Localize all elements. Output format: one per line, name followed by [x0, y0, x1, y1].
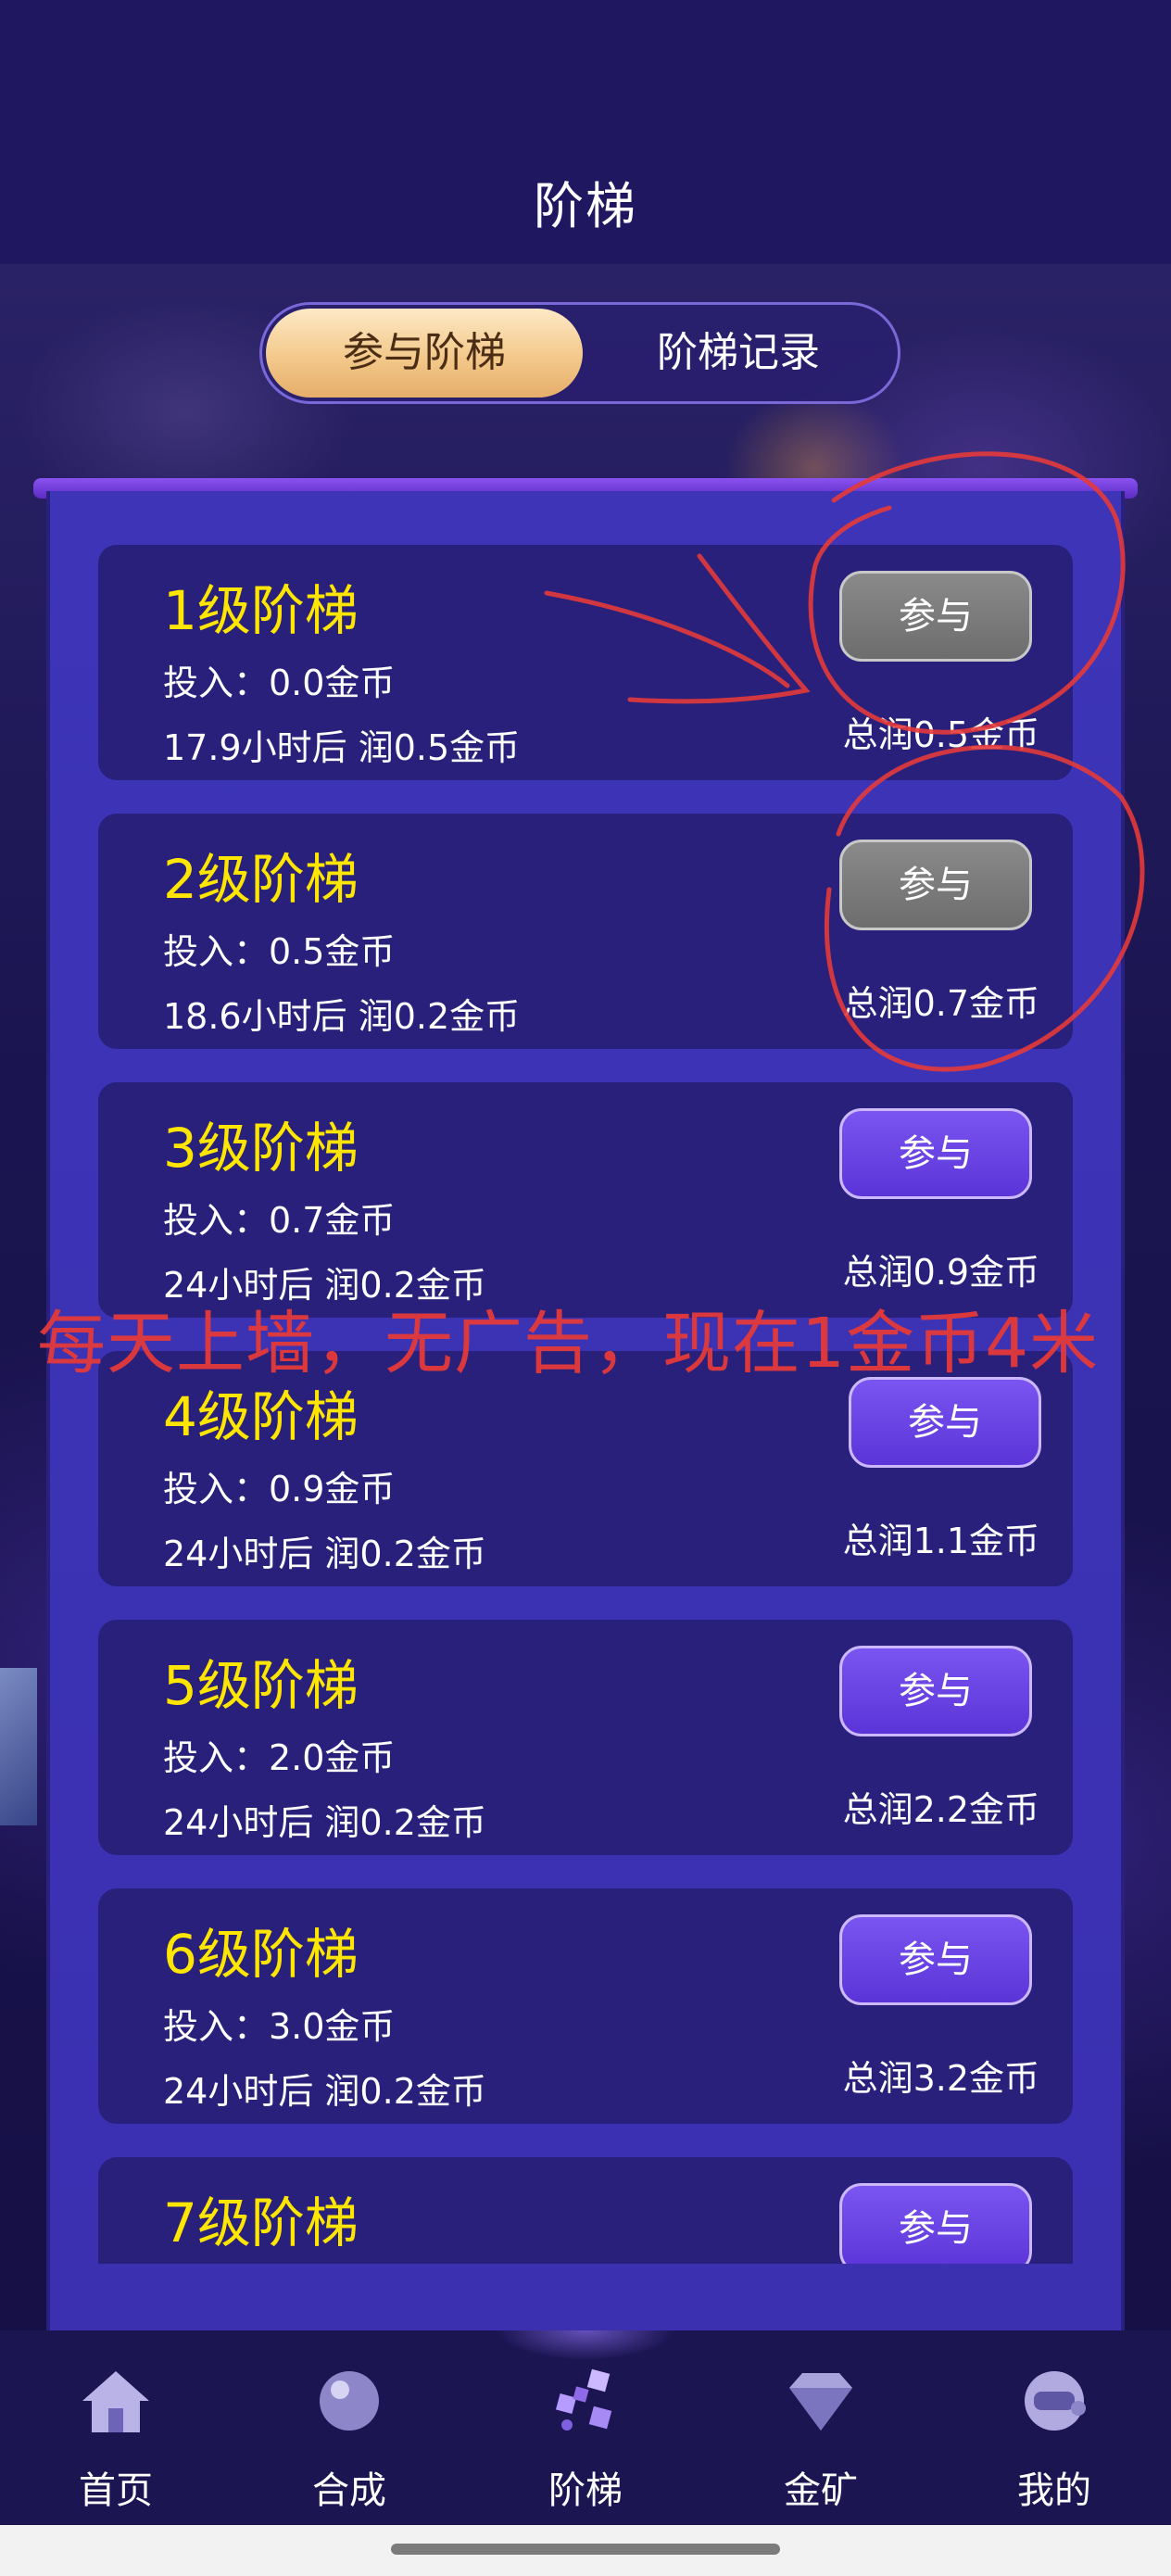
- annotation-circle-1: [808, 451, 1126, 735]
- nav-item-mine[interactable]: 我的: [962, 2349, 1147, 2516]
- system-gesture-area: [0, 2525, 1171, 2576]
- nav-label: 首页: [79, 2469, 153, 2512]
- house-icon: [82, 2371, 149, 2432]
- cubes-icon: [555, 2368, 612, 2431]
- helmet-icon: [1025, 2371, 1086, 2431]
- annotation-arrow-line: [544, 590, 790, 688]
- nav-item-gold-mine[interactable]: 金矿: [728, 2349, 913, 2516]
- annotation-circle-2: [824, 744, 1145, 1072]
- nav-label: 金矿: [784, 2469, 858, 2512]
- bottom-nav: 首页 合成 阶梯 金矿 我的: [0, 2330, 1171, 2525]
- nav-label: 合成: [312, 2469, 386, 2512]
- home-indicator[interactable]: [391, 2544, 780, 2555]
- diamond-icon: [789, 2373, 852, 2431]
- nav-item-compose[interactable]: 合成: [257, 2349, 442, 2516]
- annotation-text: 每天上墙，无广告，现在1金币4米: [37, 1304, 1100, 1383]
- nav-label: 阶梯: [548, 2469, 623, 2512]
- nav-label: 我的: [1017, 2469, 1091, 2512]
- nav-item-home[interactable]: 首页: [23, 2349, 208, 2516]
- orb-icon: [320, 2371, 379, 2431]
- nav-item-ladder[interactable]: 阶梯: [493, 2349, 678, 2516]
